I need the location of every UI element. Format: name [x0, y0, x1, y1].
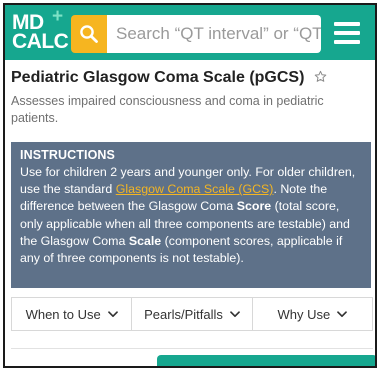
instructions-text: Use for children 2 years and younger onl… [20, 164, 365, 267]
star-outline-icon[interactable] [314, 70, 327, 88]
tab-why-use[interactable]: Why Use [252, 298, 372, 330]
tab-label: When to Use [25, 306, 101, 322]
top-bar: MD CALC + [5, 5, 375, 60]
logo-plus: + [52, 6, 63, 27]
score-bold: Score [236, 199, 272, 214]
search-input[interactable] [107, 15, 321, 53]
page-subtitle: Assesses impaired consciousness and coma… [11, 94, 324, 125]
chevron-down-icon [337, 310, 348, 317]
action-button-partial[interactable] [157, 355, 375, 366]
app-frame: MD CALC + Pediatric Glasgow Coma Scale (… [3, 3, 377, 368]
mdcalc-logo[interactable]: MD CALC + [12, 7, 69, 53]
search-button[interactable] [71, 15, 107, 53]
hamburger-menu-icon[interactable] [334, 22, 360, 44]
title-row: Pediatric Glasgow Coma Scale (pGCS) [11, 69, 371, 93]
instructions-heading: INSTRUCTIONS [20, 148, 115, 162]
tab-when-to-use[interactable]: When to Use [12, 298, 133, 330]
scale-bold: Scale [128, 233, 162, 248]
info-tabs: When to Use Pearls/Pitfalls Why Use [11, 297, 373, 331]
page-title: Pediatric Glasgow Coma Scale (pGCS) [11, 69, 305, 86]
tab-label: Why Use [277, 306, 331, 322]
tab-label: Pearls/Pitfalls [144, 306, 223, 322]
instructions-panel: INSTRUCTIONS Use for children 2 years an… [11, 142, 371, 288]
section-divider [11, 348, 373, 349]
tab-pearls-pitfalls[interactable]: Pearls/Pitfalls [132, 298, 253, 330]
chevron-down-icon [230, 310, 240, 317]
search-icon [80, 25, 98, 43]
chevron-down-icon [107, 310, 118, 317]
logo-line-2: CALC [12, 30, 69, 53]
gcs-link[interactable]: Glasgow Coma Scale (GCS) [116, 182, 274, 196]
